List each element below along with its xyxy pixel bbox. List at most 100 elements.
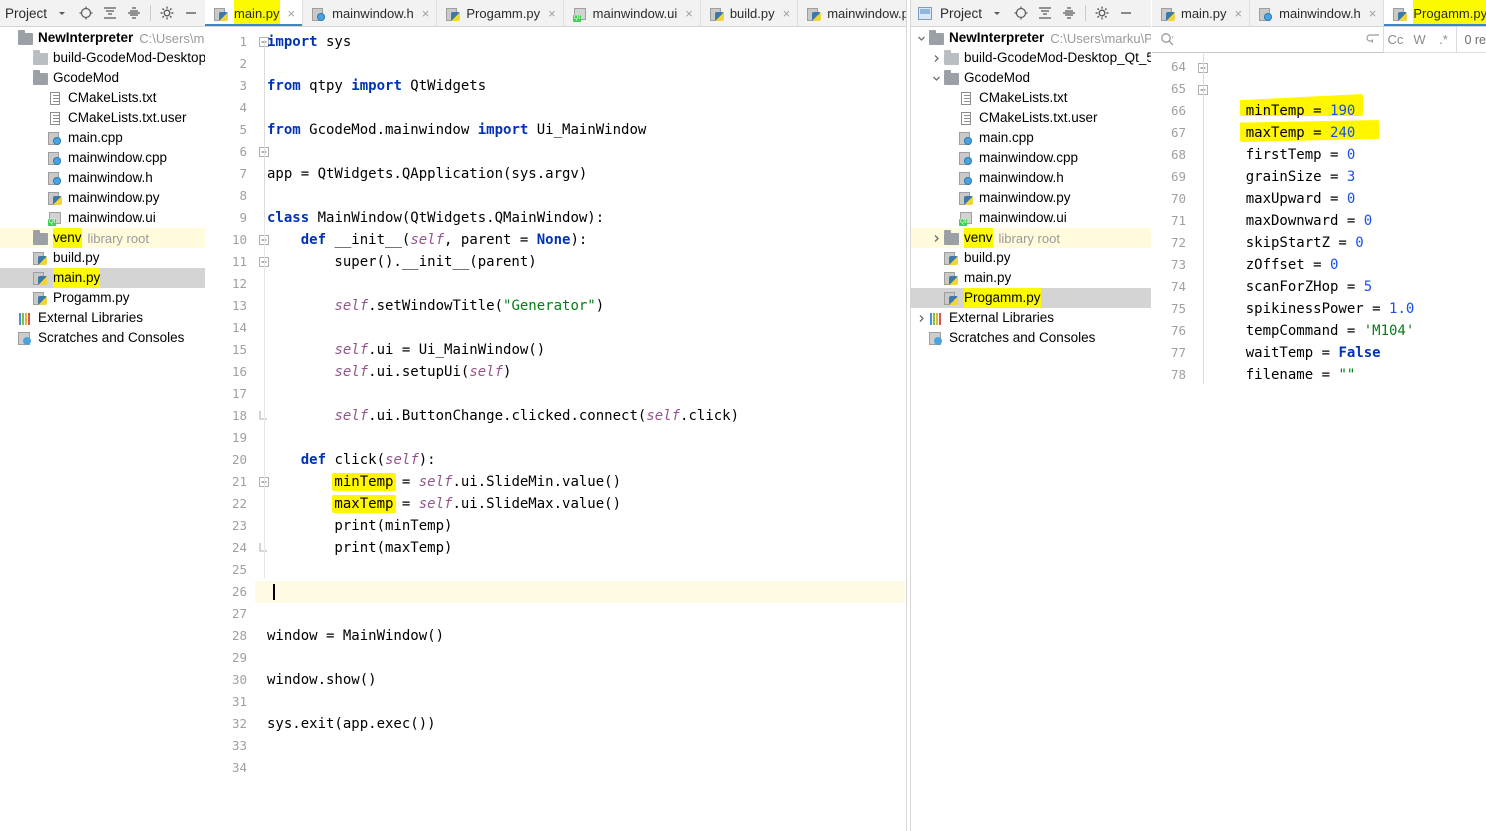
project-tree-left[interactable]: NewInterpreter C:\Users\marku\Py build-Gco… [0, 28, 205, 348]
tree-item-mainwindow-cpp[interactable]: mainwindow.cpp [911, 148, 1151, 168]
tree-item-scratches-and-consoles[interactable]: Scratches and Consoles [0, 328, 205, 348]
project-tree-right[interactable]: NewInterpreter C:\Users\marku\Py build-Gco… [911, 28, 1151, 348]
code-token: def [300, 452, 327, 468]
code-line: window = MainWindow() [267, 625, 444, 647]
find-toolbar[interactable]: Cc W .* 0 re [1152, 26, 1486, 53]
tree-item-mainwindow-h[interactable]: mainwindow.h [911, 168, 1151, 188]
editor-tabbar-left[interactable]: main.py×mainwindow.h×Progamm.py×mainwind… [205, 0, 906, 27]
editor-tab-main-py[interactable]: main.py × [205, 0, 304, 26]
hide-panel-icon[interactable] [1115, 2, 1137, 24]
tree-item-mainwindow-py[interactable]: mainwindow.py [0, 188, 205, 208]
code-line: self.setWindowTitle("Generator") [267, 295, 604, 317]
tree-item-main-cpp[interactable]: main.cpp [0, 128, 205, 148]
code-content-left[interactable]: import sys from qtpy import QtWidgets from… [264, 28, 906, 831]
code-line: tempCommand = 'M104' [1212, 320, 1415, 342]
hide-panel-icon[interactable] [180, 2, 202, 24]
tree-item-external-libraries[interactable]: External Libraries [0, 308, 205, 328]
code-line: skipStartZ = 0 [1212, 232, 1364, 254]
tree-item-mainwindow-ui[interactable]: mainwindow.ui [911, 208, 1151, 228]
close-icon[interactable]: × [422, 7, 430, 20]
code-line: app = QtWidgets.QApplication(sys.argv) [267, 163, 587, 185]
settings-gear-icon[interactable] [156, 2, 178, 24]
close-icon[interactable]: × [1369, 7, 1377, 20]
editor-tab-label: Progamm.py [466, 5, 541, 21]
tree-item-progamm-py[interactable]: Progamm.py [911, 288, 1151, 308]
editor-tab-mainwindow-h[interactable]: mainwindow.h × [303, 0, 438, 26]
code-content-right[interactable]: minTemp = 190 maxTemp = 240 firstTemp = … [1212, 54, 1486, 831]
editor-tab-main-py[interactable]: main.py × [1152, 0, 1251, 26]
locate-icon[interactable] [1010, 2, 1032, 24]
tree-item-mainwindow-py[interactable]: mainwindow.py [911, 188, 1151, 208]
tree-item-cmakelists-txt-user[interactable]: CMakeLists.txt.user [911, 108, 1151, 128]
editor-tab-mainwindow-h[interactable]: mainwindow.h × [1250, 0, 1385, 26]
tree-item-build-py[interactable]: build.py [911, 248, 1151, 268]
tree-item-build-py[interactable]: build.py [0, 248, 205, 268]
code-line: window.show() [267, 669, 377, 691]
find-input-wrapper[interactable] [1152, 27, 1383, 53]
chevron-down-icon[interactable] [914, 28, 928, 48]
code-token: minTemp = [267, 474, 419, 490]
editor-tab-progamm-py[interactable]: Progamm.py× [1384, 0, 1486, 26]
tree-item-mainwindow-cpp[interactable]: mainwindow.cpp [0, 148, 205, 168]
close-icon[interactable]: × [288, 7, 296, 20]
python-file-icon [445, 6, 461, 21]
regex-toggle[interactable]: .* [1432, 29, 1456, 51]
expand-all-icon[interactable] [1058, 2, 1080, 24]
code-token: filename = [1212, 367, 1339, 383]
tree-item-main-py[interactable]: main.py [911, 268, 1151, 288]
chevron-right-icon[interactable] [914, 308, 928, 328]
code-editor-left[interactable]: 1 2 3 4 5 6 7 8 9 10 11 12 13 14 15 16 17 18 19 20 21 22 23 24 2… [205, 28, 906, 831]
tree-item-scratches-and-consoles[interactable]: Scratches and Consoles [911, 328, 1151, 348]
editor-tab-mainwindow-ui[interactable]: mainwindow.ui × [563, 0, 701, 26]
tree-item-gcodemod[interactable]: GcodeMod [0, 68, 205, 88]
locate-icon[interactable] [75, 2, 97, 24]
code-token: import [267, 34, 318, 50]
editor-tab-mainwindow-py[interactable]: mainwindow.py× [798, 0, 906, 26]
close-icon[interactable]: × [783, 7, 791, 20]
code-token: self [418, 496, 453, 512]
editor-tab-progamm-py[interactable]: Progamm.py × [437, 0, 564, 26]
tree-item-build-gcodemod-desktop-qt-5-1[interactable]: build-GcodeMod-Desktop_Qt_5_1 [0, 48, 205, 68]
chevron-down-icon[interactable] [986, 2, 1008, 24]
words-toggle[interactable]: W [1408, 29, 1432, 51]
code-token: 1.0 [1389, 301, 1415, 317]
tree-item-build-gcodemod-desktop-qt-5-1[interactable]: build-GcodeMod-Desktop_Qt_5_1 [911, 48, 1151, 68]
close-icon[interactable]: × [548, 7, 556, 20]
settings-gear-icon[interactable] [1091, 2, 1113, 24]
editor-tab-build-py[interactable]: build.py × [700, 0, 799, 26]
code-editor-right[interactable]: 64 65 66 67 68 69 70 71 72 73 74 75 76 77 78 minTemp =… [1152, 54, 1486, 831]
chevron-down-icon[interactable] [929, 68, 943, 88]
chevron-right-icon[interactable] [929, 228, 943, 248]
tree-item-main-py[interactable]: main.py [0, 268, 205, 288]
editor-tabbar-right[interactable]: main.py × mainwindow.h × Progamm.py× [1152, 0, 1486, 27]
tree-item-progamm-py[interactable]: Progamm.py [0, 288, 205, 308]
tree-item-newinterpreter[interactable]: NewInterpreter C:\Users\marku\Py [911, 28, 1151, 48]
tree-item-cmakelists-txt[interactable]: CMakeLists.txt [911, 88, 1151, 108]
close-icon[interactable]: × [685, 7, 693, 20]
code-folding-column-right[interactable] [1194, 54, 1212, 831]
tree-item-cmakelists-txt[interactable]: CMakeLists.txt [0, 88, 205, 108]
tree-item-newinterpreter[interactable]: NewInterpreter C:\Users\marku\Py [0, 28, 205, 48]
code-token: from [267, 122, 301, 138]
collapse-all-icon[interactable] [1034, 2, 1056, 24]
tree-item-venv[interactable]: venv library root [911, 228, 1151, 248]
wrap-arrow-icon[interactable] [1364, 27, 1383, 51]
chevron-down-icon[interactable] [51, 2, 73, 24]
tree-item-mainwindow-h[interactable]: mainwindow.h [0, 168, 205, 188]
chevron-right-icon[interactable] [929, 48, 943, 68]
tree-item-mainwindow-ui[interactable]: mainwindow.ui [0, 208, 205, 228]
close-icon[interactable]: × [1235, 7, 1243, 20]
tree-item-gcodemod[interactable]: GcodeMod [911, 68, 1151, 88]
tree-item-main-cpp[interactable]: main.cpp [911, 128, 1151, 148]
tree-item-cmakelists-txt-user[interactable]: CMakeLists.txt.user [0, 108, 205, 128]
editor-tab-label: build.py [729, 5, 775, 21]
match-case-toggle[interactable]: Cc [1384, 29, 1408, 51]
expand-all-icon[interactable] [123, 2, 145, 24]
magnifier-icon[interactable] [1158, 27, 1177, 51]
tree-item-venv[interactable]: venv library root [0, 228, 205, 248]
tree-item-external-libraries[interactable]: External Libraries [911, 308, 1151, 328]
find-input[interactable] [1181, 30, 1360, 48]
collapse-all-icon[interactable] [99, 2, 121, 24]
code-token: False [1338, 345, 1381, 361]
